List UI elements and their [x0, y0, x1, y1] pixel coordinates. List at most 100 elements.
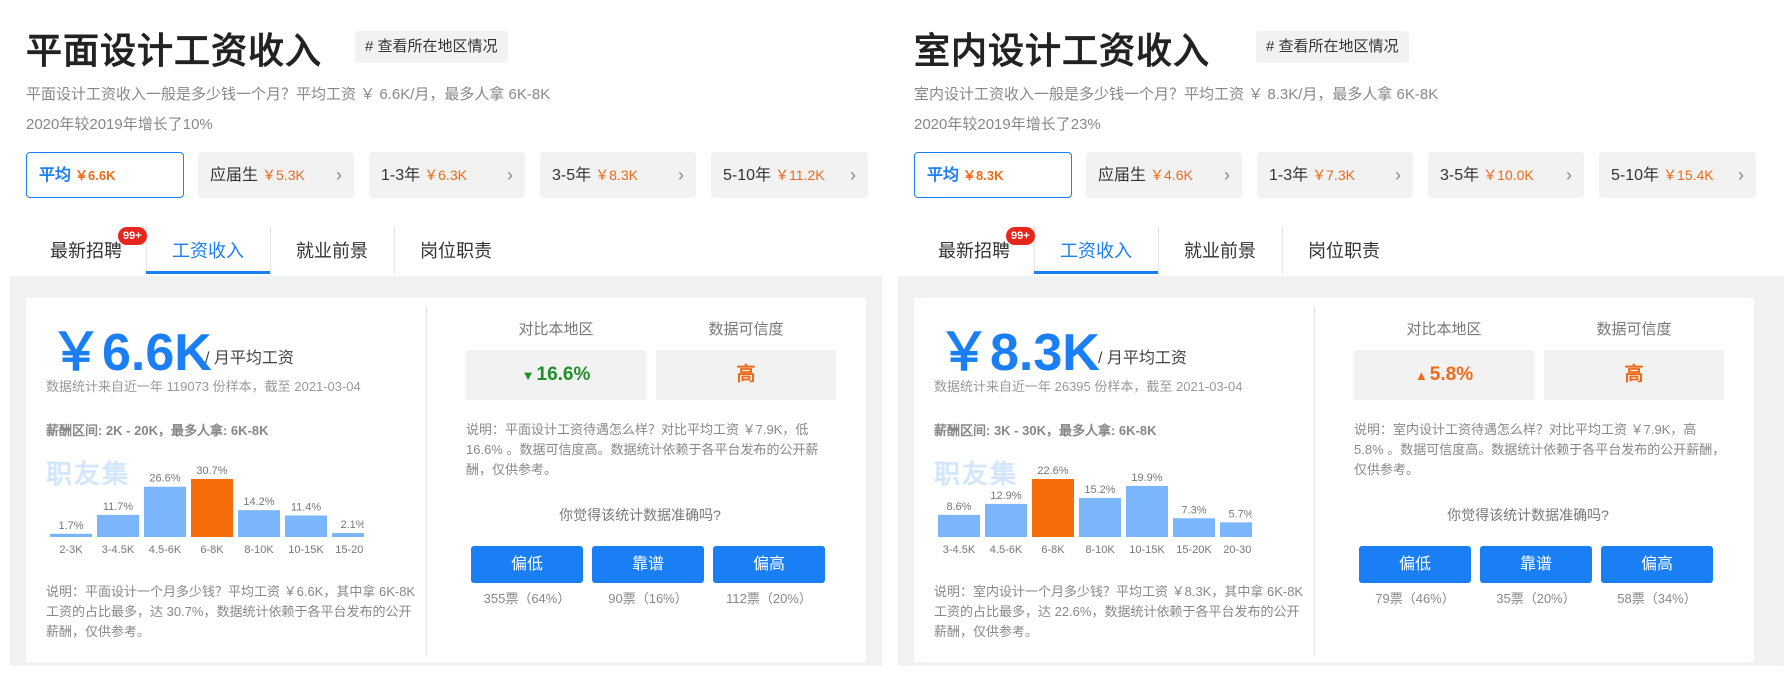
chart-data-label: 30.7% [196, 465, 227, 477]
chart-bar [1220, 522, 1252, 537]
sample-info: 数据统计来自近一年 26395 份样本，截至 2021-03-04 [934, 379, 1243, 394]
level-label: 应届生 [210, 167, 259, 184]
chevron-right-icon: › [850, 165, 856, 185]
level-1-3y-button[interactable]: 1-3年 ￥6.3K › [369, 152, 525, 198]
chart-tick-label: 6-8K [200, 544, 224, 556]
vote-low-button[interactable]: 偏低 [1359, 546, 1471, 583]
chart-data-label: 15.2% [1084, 484, 1115, 496]
compare-region-label: 对比本地区 [518, 321, 594, 338]
page-title: 室内设计工资收入 [914, 30, 1211, 71]
chart-tick-label: 6-8K [1041, 544, 1065, 556]
job-count-badge: 99+ [118, 227, 147, 245]
compare-percent: 5.8% [1429, 364, 1474, 385]
credibility-label: 数据可信度 [1596, 321, 1672, 338]
salary-distribution-chart: 8.6% 3-4.5K 12.9% 4.5-6K 22.6% 6-8K 15.2% 8-10K… [938, 465, 1252, 556]
tab-duties[interactable]: 岗位职责 [1282, 226, 1406, 274]
chart-tick-label: 10-15K [1129, 544, 1165, 556]
experience-level-row: 平均 ￥8.3K 应届生 ￥4.6K › 1-3年 ￥7.3K › 3-5年 ￥10.0K ›… [914, 152, 1756, 198]
chart-data-label: 1.7% [58, 520, 83, 532]
chart-description: 说明：室内设计一个月多少钱？平均工资 ￥8.3K，其中拿 6K-8K 工资的占比… [934, 584, 1304, 639]
tab-bar: 最新招聘 工资收入 就业前景 岗位职责 [914, 226, 1784, 276]
job-count-badge: 99+ [1006, 227, 1035, 245]
chevron-right-icon: › [678, 165, 684, 185]
chart-description: 说明：平面设计一个月多少钱？平均工资 ￥6.6K，其中拿 6K-8K 工资的占比… [46, 584, 416, 639]
level-5-10y-button[interactable]: 5-10年 ￥11.2K › [711, 152, 868, 198]
vote-low-button[interactable]: 偏低 [471, 546, 583, 583]
chart-data-label: 5.7% [1228, 508, 1252, 520]
arrow-down-icon: ▼ [521, 368, 535, 383]
tab-salary[interactable]: 工资收入 [1034, 226, 1158, 274]
chart-tick-label: 20-30K [1223, 544, 1252, 556]
chart-tick-label: 3-4.5K [943, 544, 976, 556]
level-money: ￥11.2K [775, 167, 825, 183]
level-money: ￥8.3K [595, 167, 638, 183]
level-graduate-button[interactable]: 应届生 ￥4.6K › [1086, 152, 1242, 198]
comparison-explanation: 说明：平面设计工资待遇怎么样？对比平均工资 ￥7.9K，低 16.6% 。数据可… [466, 422, 819, 477]
salary-panel-interior-design: 室内设计工资收入 # 查看所在地区情况 室内设计工资收入一般是多少钱一个月？平均… [898, 0, 1784, 676]
salary-range: 薪酬区间: 3K - 30K，最多人拿: 6K-8K [934, 423, 1157, 438]
tab-salary[interactable]: 工资收入 [146, 226, 270, 274]
chart-bar [238, 510, 280, 537]
chart-tick-label: 3-4.5K [102, 544, 135, 556]
vote-low-count: 355票（64%） [483, 591, 571, 606]
chart-bar [332, 533, 364, 537]
chart-bar [285, 515, 327, 537]
level-label: 3-5年 [552, 167, 592, 184]
vote-high-button[interactable]: 偏高 [713, 546, 825, 583]
level-average-button[interactable]: 平均 ￥6.6K [26, 152, 184, 198]
view-region-button[interactable]: # 查看所在地区情况 [355, 31, 508, 63]
level-label: 5-10年 [723, 167, 772, 184]
chevron-right-icon: › [1566, 165, 1572, 185]
chart-tick-label: 4.5-6K [149, 544, 182, 556]
sample-info: 数据统计来自近一年 119073 份样本，截至 2021-03-04 [46, 379, 361, 394]
level-money: ￥6.6K [75, 168, 116, 183]
tab-prospects[interactable]: 就业前景 [1158, 226, 1282, 274]
chart-tick-label: 8-10K [244, 544, 274, 556]
level-money: ￥8.3K [963, 168, 1004, 183]
accuracy-question: 你觉得该统计数据准确吗? [559, 507, 721, 523]
level-3-5y-button[interactable]: 3-5年 ￥10.0K › [1428, 152, 1584, 198]
level-average-button[interactable]: 平均 ￥8.3K [914, 152, 1072, 198]
vote-accurate-button[interactable]: 靠谱 [1480, 546, 1592, 583]
compare-percent: 16.6% [536, 364, 591, 385]
vote-high-count: 58票（34%） [1617, 591, 1697, 606]
chart-bar [938, 514, 980, 537]
chart-data-label: 11.7% [103, 501, 134, 513]
chart-data-label: 7.3% [1181, 504, 1206, 516]
chart-tick-label: 15-20K [1176, 544, 1212, 556]
chart-data-label: 2.1% [340, 519, 364, 531]
level-label: 1-3年 [1269, 167, 1309, 184]
chart-tick-label: 8-10K [1085, 544, 1115, 556]
level-money: ￥10.0K [1483, 167, 1534, 183]
experience-level-row: 平均 ￥6.6K 应届生 ￥5.3K › 1-3年 ￥6.3K › 3-5年 ￥8.3K › … [26, 152, 868, 198]
chart-bar [1079, 497, 1121, 537]
average-salary-value: ￥8.3K [938, 324, 1100, 382]
view-region-button[interactable]: # 查看所在地区情况 [1256, 31, 1409, 63]
level-money: ￥7.3K [1312, 167, 1355, 183]
chart-bar [97, 514, 139, 537]
chart-data-label: 26.6% [149, 473, 180, 485]
chart-bar [144, 486, 186, 537]
level-label: 1-3年 [381, 167, 421, 184]
tab-duties[interactable]: 岗位职责 [394, 226, 518, 274]
level-graduate-button[interactable]: 应届生 ￥5.3K › [198, 152, 354, 198]
level-money: ￥15.4K [1663, 167, 1714, 183]
vote-accurate-button[interactable]: 靠谱 [592, 546, 704, 583]
summary-line-1: 室内设计工资收入一般是多少钱一个月？平均工资 ￥ 8.3K/月，最多人拿 6K-… [914, 86, 1439, 103]
tab-prospects[interactable]: 就业前景 [270, 226, 394, 274]
level-label: 5-10年 [1611, 167, 1660, 184]
salary-range: 薪酬区间: 2K - 20K，最多人拿: 6K-8K [46, 423, 269, 438]
credibility-value: 高 [1544, 350, 1724, 400]
level-label: 平均 [927, 167, 960, 184]
chevron-right-icon: › [507, 165, 513, 185]
chart-tick-label: 4.5-6K [990, 544, 1023, 556]
chevron-right-icon: › [1738, 165, 1744, 185]
level-3-5y-button[interactable]: 3-5年 ￥8.3K › [540, 152, 696, 198]
chart-data-label: 12.9% [990, 490, 1021, 502]
level-label: 3-5年 [1440, 167, 1480, 184]
level-1-3y-button[interactable]: 1-3年 ￥7.3K › [1257, 152, 1413, 198]
chart-data-label: 14.2% [243, 496, 274, 508]
vote-high-button[interactable]: 偏高 [1601, 546, 1713, 583]
level-5-10y-button[interactable]: 5-10年 ￥15.4K › [1599, 152, 1756, 198]
chart-data-label: 19.9% [1131, 472, 1162, 484]
